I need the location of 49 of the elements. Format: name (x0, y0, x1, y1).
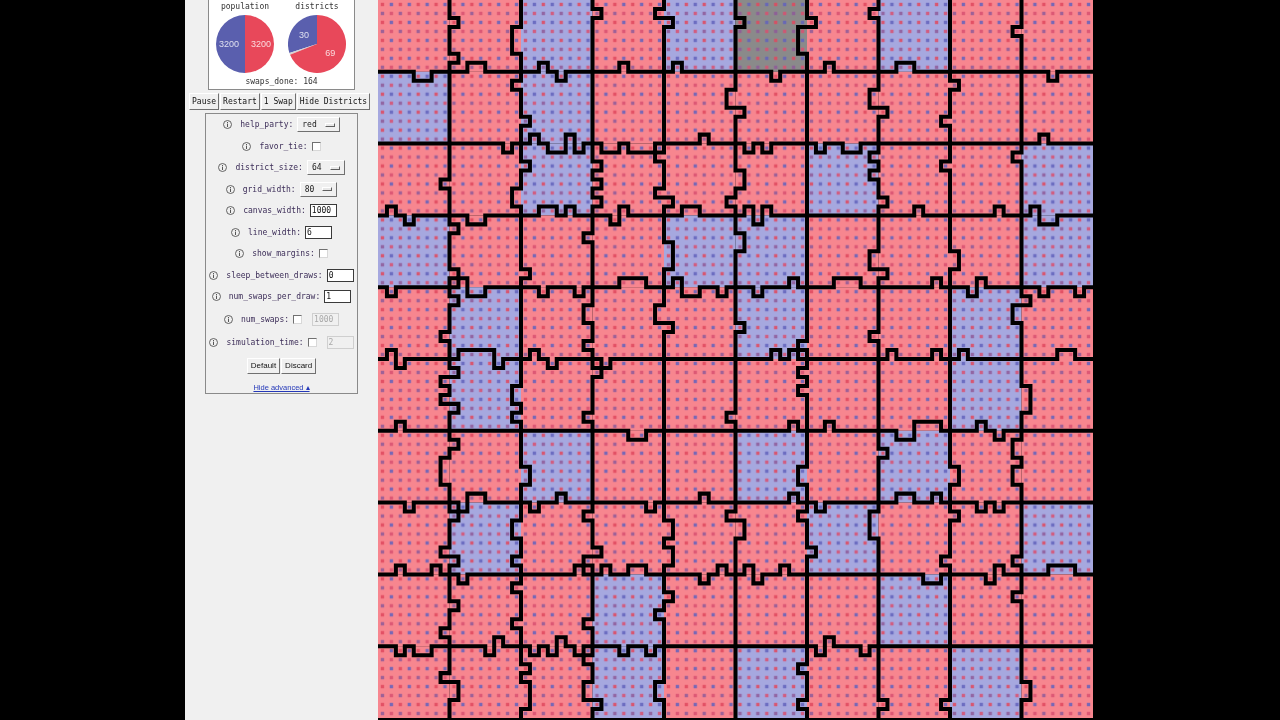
checkbox[interactable] (311, 141, 321, 151)
info-icon[interactable] (225, 184, 235, 194)
setting-label: line_width: (248, 227, 301, 237)
toolbar-button[interactable]: Pause (189, 93, 220, 110)
form-button[interactable]: Discard (281, 357, 317, 374)
info-icon[interactable] (235, 249, 245, 259)
dropdown-indicator-icon (329, 165, 340, 170)
swaps-counter: swaps_done: 164 (245, 76, 318, 87)
text-input[interactable]: 1 (324, 290, 352, 304)
form-button[interactable]: Default (246, 357, 281, 374)
setting-label: simulation_time: (226, 337, 304, 347)
dropdown[interactable]: 64 (306, 160, 345, 176)
chart-title: population (220, 1, 270, 12)
dropdown-indicator-icon (322, 187, 333, 192)
setting-label: sleep_between_draws: (226, 270, 323, 280)
setting-label: num_swaps: (240, 314, 290, 324)
setting-label: show_margins: (252, 249, 315, 259)
slice-label: 3200 (250, 39, 271, 49)
slice-label: 3200 (219, 39, 240, 49)
info-icon[interactable] (226, 206, 236, 216)
setting-label: favor_tie: (259, 141, 308, 151)
info-icon[interactable] (223, 120, 233, 130)
info-icon[interactable] (209, 337, 219, 347)
info-icon[interactable] (209, 270, 219, 280)
text-input[interactable]: 0 (326, 268, 354, 282)
setting-label: district_size: (235, 163, 303, 173)
toolbar-button[interactable]: Hide Districts (296, 93, 371, 110)
text-input[interactable]: 1000 (309, 204, 337, 218)
dropdown[interactable]: 80 (299, 181, 338, 197)
setting-label: grid_width: (242, 184, 296, 194)
info-icon[interactable] (218, 163, 228, 173)
text-input[interactable]: 6 (305, 225, 332, 239)
dropdown[interactable]: red (297, 117, 340, 133)
info-icon[interactable] (223, 314, 233, 324)
info-icon[interactable] (231, 227, 240, 237)
pie-slice (245, 15, 274, 73)
slice-label: 69 (325, 47, 336, 58)
toolbar-button[interactable]: 1 Swap (260, 93, 296, 110)
info-icon[interactable] (211, 292, 221, 302)
setting-label: num_swaps_per_draw: (228, 292, 321, 302)
checkbox[interactable] (318, 249, 328, 259)
chart-title: districts (295, 1, 339, 12)
setting-label: help_party: (240, 120, 294, 130)
pie-slice (216, 15, 245, 73)
setting-label: canvas_width: (243, 206, 306, 216)
slice-label: 30 (299, 29, 310, 40)
info-icon[interactable] (242, 141, 252, 151)
toolbar-button[interactable]: Restart (220, 93, 260, 110)
dropdown-indicator-icon (324, 122, 335, 127)
